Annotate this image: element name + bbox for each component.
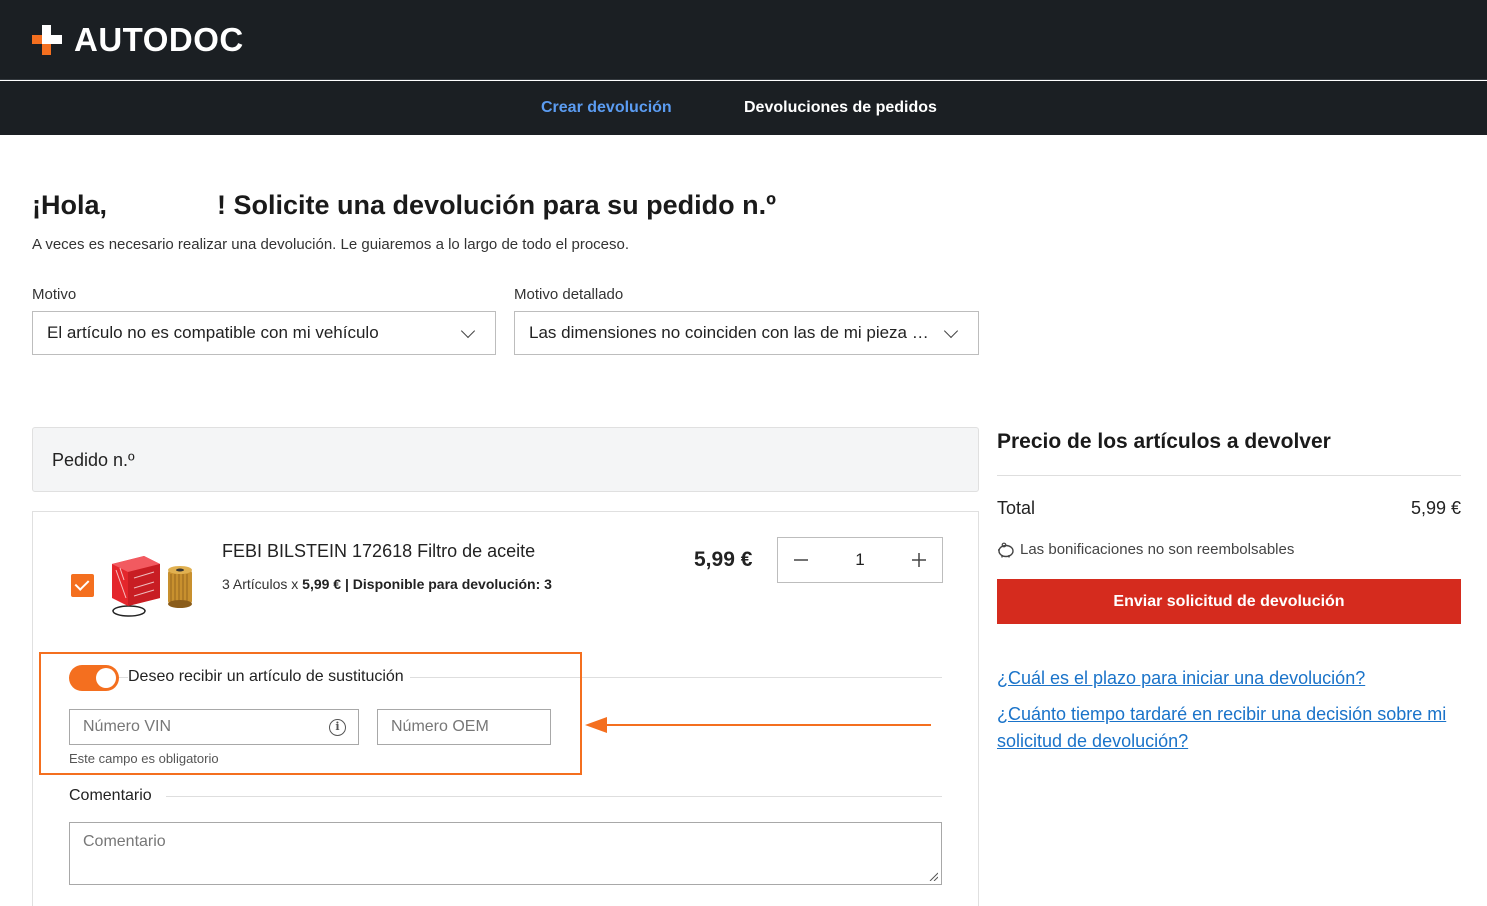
order-number-label: Pedido n.º — [52, 450, 135, 470]
vin-input[interactable]: Número VIN i — [69, 709, 359, 745]
reason-select[interactable]: El artículo no es compatible con mi vehí… — [32, 311, 496, 355]
bonus-note: Las bonificaciones no son reembolsables — [997, 541, 1294, 558]
submit-return-button[interactable]: Enviar solicitud de devolución — [997, 579, 1461, 624]
page-title: ¡Hola, ! Solicite una devolución para su … — [32, 190, 776, 221]
meta-separator: | — [344, 576, 349, 592]
resize-handle-icon[interactable] — [929, 872, 938, 881]
detailed-reason-label: Motivo detallado — [514, 286, 624, 303]
nav-bar: Crear devolución Devoluciones de pedidos — [0, 81, 1487, 135]
plus-logo-icon — [32, 25, 62, 55]
product-name: FEBI BILSTEIN 172618 Filtro de aceite — [222, 541, 536, 561]
oil-filter-product-image — [112, 556, 192, 617]
info-icon[interactable]: i — [329, 719, 346, 736]
chevron-down-icon — [460, 323, 476, 338]
greeting-end: ! Solicite una devolución para su pedido… — [217, 190, 776, 220]
unit-price: 5,99 € — [302, 576, 342, 592]
oem-input[interactable]: Número OEM — [377, 709, 551, 745]
bonus-note-text: Las bonificaciones no son reembolsables — [1020, 541, 1295, 558]
required-field-hint: Este campo es obligatorio — [69, 751, 219, 766]
order-header: Pedido n.º — [32, 427, 979, 492]
quantity-value[interactable]: 1 — [824, 550, 896, 570]
replacement-toggle-label: Deseo recibir un artículo de sustitución — [128, 668, 410, 686]
item-price: 5,99 € — [694, 548, 753, 571]
comment-textarea[interactable]: Comentario — [69, 822, 942, 885]
item-checkbox[interactable] — [71, 574, 94, 597]
available-for-return: Disponible para devolución: 3 — [352, 576, 552, 592]
autodoc-logo[interactable]: AUTODOC — [32, 21, 244, 58]
decrease-button[interactable] — [778, 538, 824, 582]
total-label: Total — [997, 498, 1036, 518]
greeting-start: ¡Hola, — [32, 190, 108, 220]
reason-label: Motivo — [32, 286, 77, 303]
faq-link-deadline[interactable]: ¿Cuál es el plazo para iniciar una devol… — [997, 665, 1467, 692]
oem-placeholder: Número OEM — [391, 718, 489, 735]
arrow-left-icon — [585, 717, 931, 733]
logo-text: AUTODOC — [74, 21, 244, 58]
divider — [997, 475, 1461, 476]
replacement-toggle[interactable] — [69, 665, 119, 691]
total-value: 5,99 € — [1410, 498, 1461, 518]
piggy-bank-icon — [998, 542, 1014, 557]
summary-title: Precio de los artículos a devolver — [997, 430, 1331, 453]
vin-placeholder: Número VIN — [83, 718, 172, 735]
page-subtitle: A veces es necesario realizar una devolu… — [32, 236, 630, 253]
minus-icon — [794, 559, 808, 561]
product-meta: 3 Artículos x 5,99 € | Disponible para d… — [222, 576, 552, 592]
detailed-reason-select[interactable]: Las dimensiones no coinciden con las de … — [514, 311, 979, 355]
divider — [69, 796, 942, 797]
comment-placeholder: Comentario — [83, 833, 166, 850]
tab-order-returns[interactable]: Devoluciones de pedidos — [744, 99, 937, 117]
detailed-reason-value: Las dimensiones no coinciden con las de … — [529, 323, 932, 342]
comment-label: Comentario — [69, 787, 166, 805]
faq-link-decision-time[interactable]: ¿Cuánto tiempo tardaré en recibir una de… — [997, 701, 1467, 755]
tab-create-return[interactable]: Crear devolución — [541, 99, 672, 117]
plus-icon — [912, 553, 926, 567]
increase-button[interactable] — [896, 538, 942, 582]
top-header: AUTODOC — [0, 0, 1487, 80]
reason-value: El artículo no es compatible con mi vehí… — [47, 323, 379, 342]
chevron-down-icon — [943, 323, 959, 338]
qty-text: 3 Artículos x — [222, 576, 299, 592]
quantity-stepper: 1 — [777, 537, 943, 583]
